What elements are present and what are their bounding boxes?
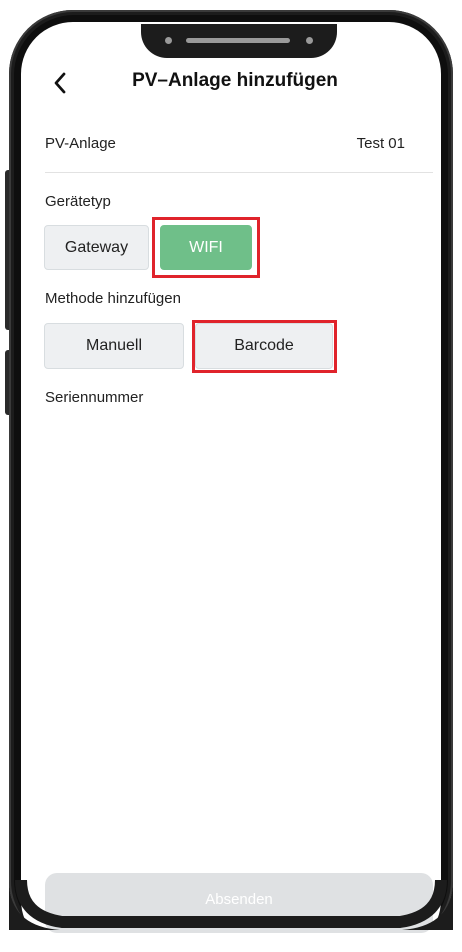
method-manual-button[interactable]: Manuell	[44, 323, 184, 369]
serial-number-label: Seriennummer	[45, 389, 144, 406]
divider	[45, 172, 433, 173]
chevron-left-icon	[54, 72, 66, 94]
phone-frame-bottom	[9, 880, 453, 930]
camera-dot-icon	[165, 37, 172, 44]
phone-notch	[141, 24, 337, 58]
sensor-dot-icon	[306, 37, 313, 44]
add-method-label: Methode hinzufügen	[45, 290, 181, 307]
pv-plant-label: PV-Anlage	[45, 135, 116, 152]
device-type-label: Gerätetyp	[45, 193, 111, 210]
device-type-wifi-button[interactable]: WIFI	[160, 225, 252, 270]
back-button[interactable]	[48, 70, 74, 96]
phone-screen	[21, 22, 441, 952]
device-type-gateway-button[interactable]: Gateway	[44, 225, 149, 270]
page-title: PV–Anlage hinzufügen	[132, 70, 338, 91]
speaker-grille	[186, 38, 290, 43]
method-barcode-button[interactable]: Barcode	[195, 323, 333, 369]
pv-plant-value: Test 01	[356, 135, 405, 152]
